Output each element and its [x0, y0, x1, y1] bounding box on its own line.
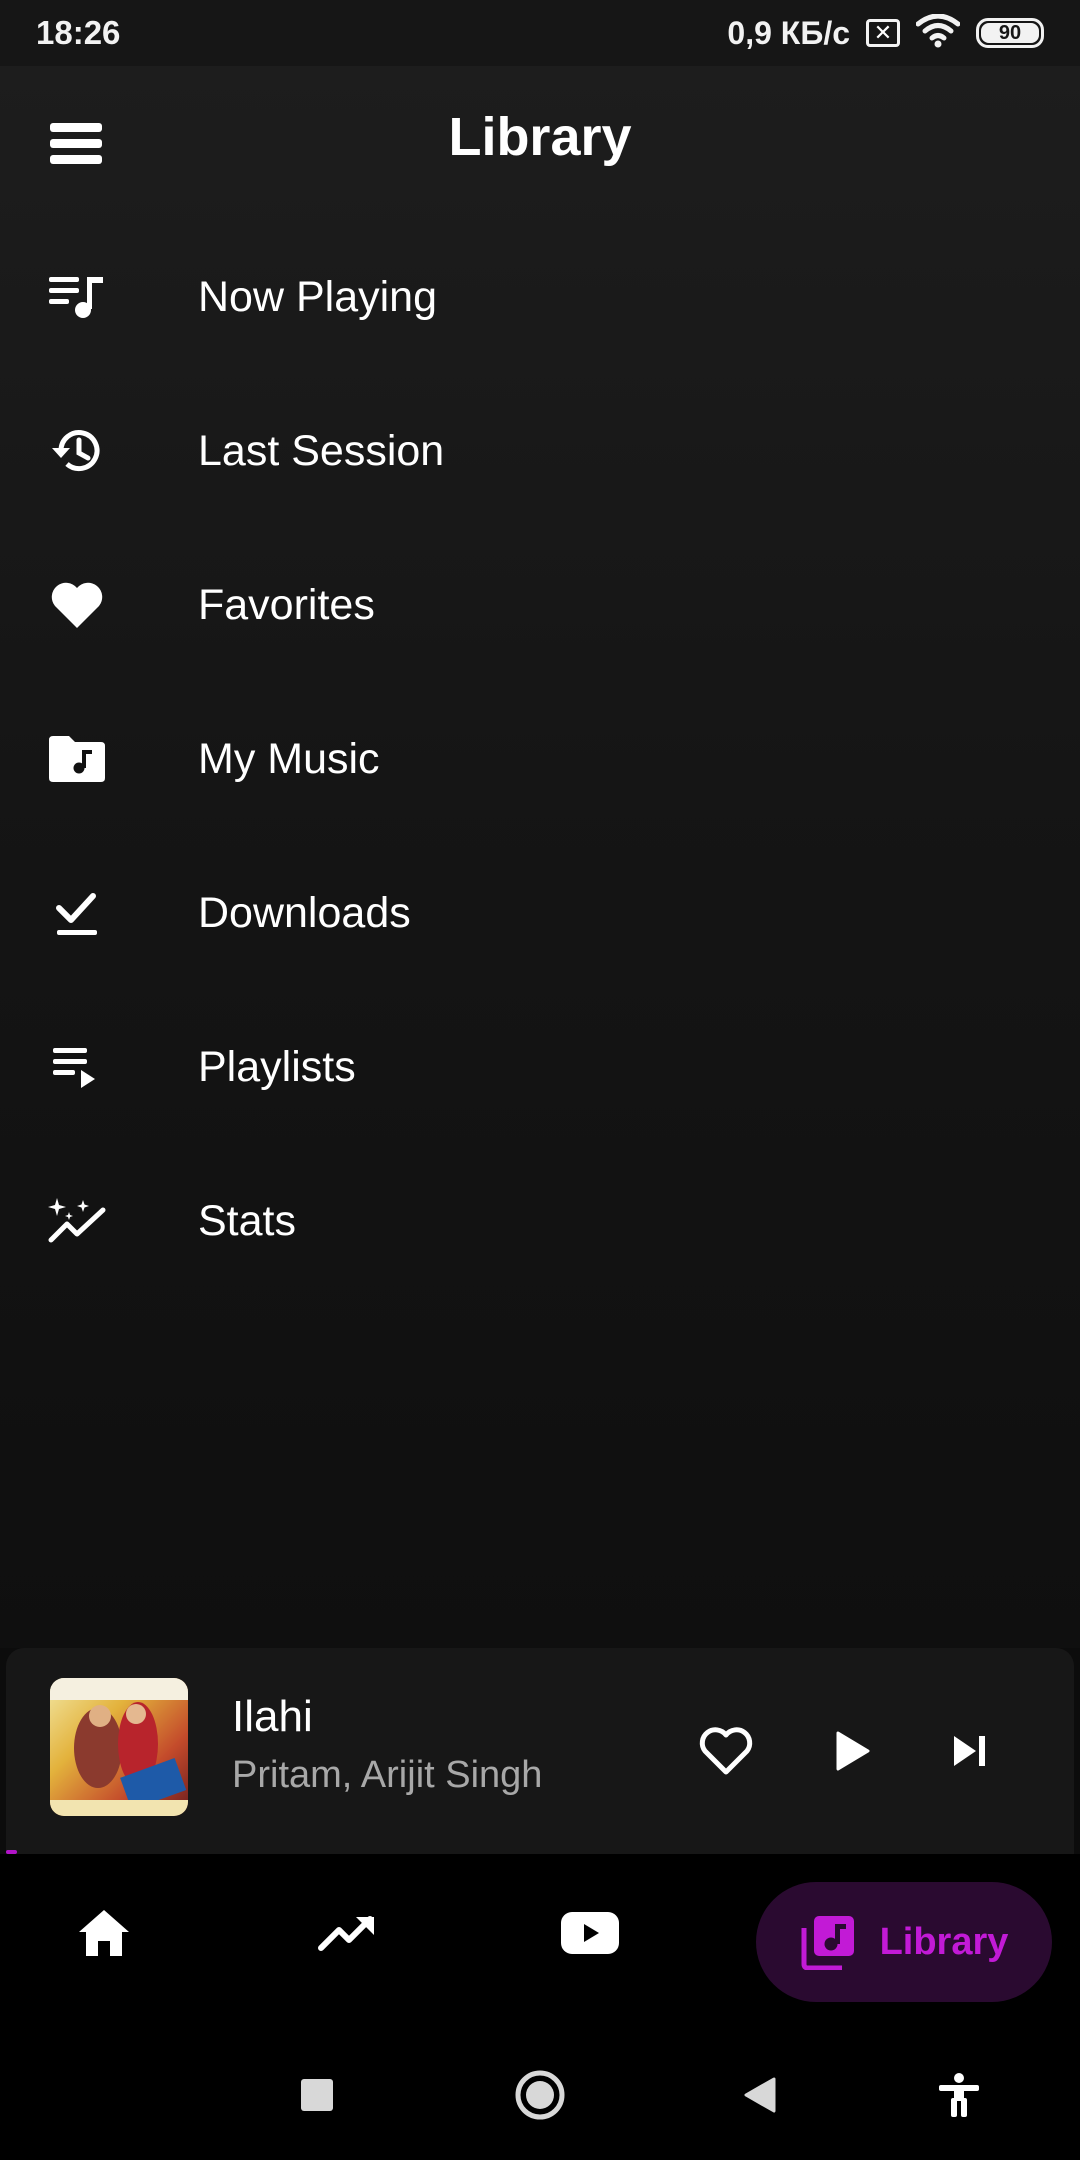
app-bar: Library — [0, 66, 1080, 224]
menu-item-label: Now Playing — [198, 272, 437, 321]
skip-next-icon — [954, 1736, 985, 1766]
menu-item-favorites[interactable]: Favorites — [0, 528, 1080, 682]
menu-item-my-music[interactable]: My Music — [0, 682, 1080, 836]
album-art[interactable] — [50, 1678, 188, 1816]
menu-item-now-playing[interactable]: Now Playing — [0, 220, 1080, 374]
page-title: Library — [448, 107, 632, 167]
battery-icon: 90 — [976, 18, 1044, 48]
history-icon — [0, 426, 154, 476]
music-folder-icon — [0, 736, 154, 782]
menu-item-label: Favorites — [198, 580, 375, 629]
back-button[interactable] — [725, 2060, 795, 2130]
status-indicators: 0,9 КБ/с ✕ 90 — [727, 13, 1044, 53]
bottom-navigation: Library — [0, 1854, 1080, 2030]
menu-item-playlists[interactable]: Playlists — [0, 990, 1080, 1144]
menu-item-label: Stats — [198, 1196, 296, 1245]
sim-off-icon: ✕ — [866, 19, 900, 47]
track-artist: Pritam, Arijit Singh — [232, 1754, 543, 1796]
next-button[interactable] — [934, 1715, 1006, 1787]
menu-item-downloads[interactable]: Downloads — [0, 836, 1080, 990]
nav-trending[interactable] — [308, 1890, 388, 1976]
system-navigation-bar — [0, 2030, 1080, 2160]
favorite-button[interactable] — [690, 1715, 762, 1787]
status-bar: 18:26 0,9 КБ/с ✕ 90 — [0, 0, 1080, 66]
accessibility-button[interactable] — [924, 2060, 994, 2130]
heart-outline-icon — [699, 1727, 753, 1775]
nav-youtube[interactable] — [548, 1890, 632, 1976]
queue-music-icon — [0, 275, 154, 319]
nav-library[interactable]: Library — [756, 1882, 1052, 2002]
menu-item-label: Last Session — [198, 426, 445, 475]
menu-item-label: My Music — [198, 734, 380, 783]
home-icon — [79, 1910, 129, 1956]
network-speed: 0,9 КБ/с — [727, 14, 850, 51]
mini-player[interactable]: Ilahi Pritam, Arijit Singh — [6, 1648, 1074, 1854]
recents-button[interactable] — [282, 2060, 352, 2130]
accessibility-icon — [939, 2073, 979, 2117]
play-icon — [836, 1731, 870, 1771]
download-done-icon — [0, 888, 154, 938]
trending-up-icon — [318, 1916, 374, 1951]
track-title: Ilahi — [232, 1692, 313, 1741]
home-circle-icon — [515, 2070, 565, 2120]
menu-item-label: Playlists — [198, 1042, 356, 1091]
library-menu: Now Playing Last Session Favorites My Mu… — [0, 220, 1080, 1298]
library-music-icon — [801, 1916, 854, 1970]
playlist-play-icon — [0, 1044, 154, 1090]
nav-home[interactable] — [64, 1890, 144, 1976]
wifi-icon — [915, 13, 961, 53]
auto-graph-icon — [0, 1196, 154, 1246]
menu-item-last-session[interactable]: Last Session — [0, 374, 1080, 528]
heart-icon — [0, 580, 154, 630]
battery-level: 90 — [981, 22, 1039, 44]
nav-library-label: Library — [879, 1920, 1009, 1963]
back-icon — [744, 2077, 776, 2113]
play-button[interactable] — [816, 1715, 888, 1787]
menu-item-stats[interactable]: Stats — [0, 1144, 1080, 1298]
recents-icon — [301, 2079, 333, 2111]
system-home-button[interactable] — [505, 2060, 575, 2130]
menu-item-label: Downloads — [198, 888, 411, 937]
youtube-icon — [561, 1912, 619, 1954]
status-time: 18:26 — [36, 14, 121, 51]
